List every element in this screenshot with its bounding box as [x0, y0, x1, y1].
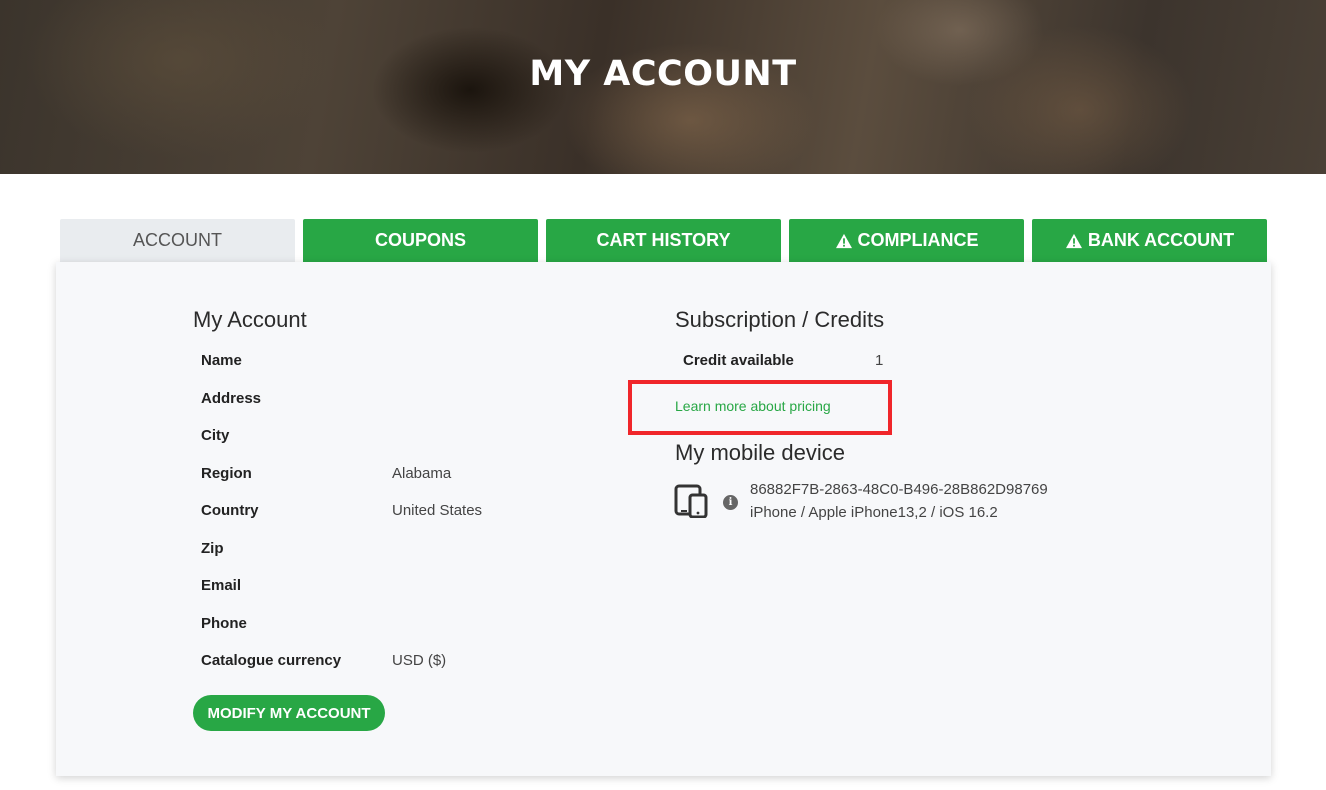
field-value-currency: USD ($)	[392, 652, 447, 669]
field-label-currency: Catalogue currency	[201, 652, 342, 669]
field-label-phone: Phone	[201, 615, 247, 632]
pricing-link[interactable]: Learn more about pricing	[675, 398, 831, 414]
device-description: iPhone / Apple iPhone13,2 / iOS 16.2	[750, 504, 998, 521]
tab-label: COMPLIANCE	[857, 230, 979, 250]
field-label-country: Country	[201, 502, 259, 519]
credit-label: Credit available	[683, 352, 794, 369]
tab-label: CART HISTORY	[596, 230, 731, 250]
tab-cart-history[interactable]: CART HISTORY	[546, 219, 781, 262]
info-icon[interactable]: i	[723, 495, 738, 510]
subscription-heading: Subscription / Credits	[675, 307, 885, 332]
field-label-address: Address	[201, 390, 262, 407]
tab-bank-account[interactable]: BANK ACCOUNT	[1032, 219, 1267, 262]
tab-coupons[interactable]: COUPONS	[303, 219, 538, 262]
tab-account[interactable]: ACCOUNT	[60, 219, 295, 262]
tab-label: ACCOUNT	[133, 230, 222, 250]
field-label-zip: Zip	[201, 540, 224, 557]
field-label-email: Email	[201, 577, 242, 594]
warning-icon	[835, 233, 852, 248]
warning-icon	[1065, 233, 1082, 248]
tab-bar: ACCOUNT COUPONS CART HISTORY COMPLIANCE …	[60, 219, 1267, 262]
modify-account-button[interactable]: MODIFY MY ACCOUNT	[193, 695, 385, 731]
hero-banner: MY ACCOUNT	[0, 0, 1326, 174]
field-value-region: Alabama	[392, 465, 452, 482]
page-title: MY ACCOUNT	[529, 54, 797, 94]
tab-label: BANK ACCOUNT	[1087, 230, 1235, 250]
tab-label: COUPONS	[374, 230, 466, 250]
field-value-country: United States	[392, 502, 483, 519]
field-label-city: City	[201, 427, 230, 444]
tab-compliance[interactable]: COMPLIANCE	[789, 219, 1024, 262]
mobile-tablet-icon	[674, 484, 708, 518]
field-label-region: Region	[201, 465, 252, 482]
device-id: 86882F7B-2863-48C0-B496-28B862D98769	[750, 481, 1048, 498]
my-account-heading: My Account	[193, 307, 307, 332]
mobile-device-heading: My mobile device	[675, 440, 845, 465]
credit-value: 1	[875, 352, 884, 369]
field-label-name: Name	[201, 352, 242, 369]
